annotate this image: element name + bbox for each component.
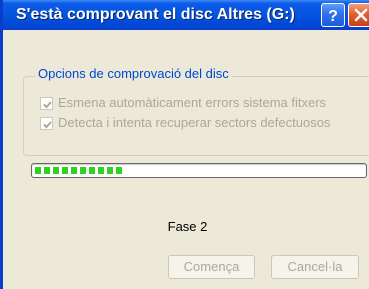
start-button[interactable]: Comença	[168, 255, 255, 279]
group-title: Opcions de comprovació del disc	[35, 66, 232, 81]
window-title: S'està comprovant el disc Altres (G:)	[16, 6, 295, 23]
help-question-icon: ?	[328, 8, 338, 25]
help-button[interactable]: ?	[321, 3, 345, 27]
phase-status: Fase 2	[167, 219, 208, 234]
close-button[interactable]	[348, 3, 369, 27]
fix-errors-label: Esmena automàticament errors sistema fit…	[58, 95, 327, 110]
progress-bar	[31, 163, 367, 178]
progress-fill	[35, 167, 122, 174]
svg-text:?: ?	[328, 8, 338, 25]
close-x-icon	[354, 8, 368, 22]
check-disk-dialog: S'està comprovant el disc Altres (G:) ? …	[0, 0, 369, 289]
title-bar[interactable]: S'està comprovant el disc Altres (G:) ?	[3, 0, 369, 30]
checkmark-icon	[43, 121, 52, 129]
fix-errors-checkbox[interactable]	[40, 97, 53, 110]
cancel-button[interactable]: Cancel·la	[271, 255, 359, 279]
checkmark-icon	[43, 101, 52, 109]
recover-sectors-checkbox[interactable]	[40, 117, 53, 130]
recover-sectors-label: Detecta i intenta recuperar sectors defe…	[58, 115, 331, 130]
